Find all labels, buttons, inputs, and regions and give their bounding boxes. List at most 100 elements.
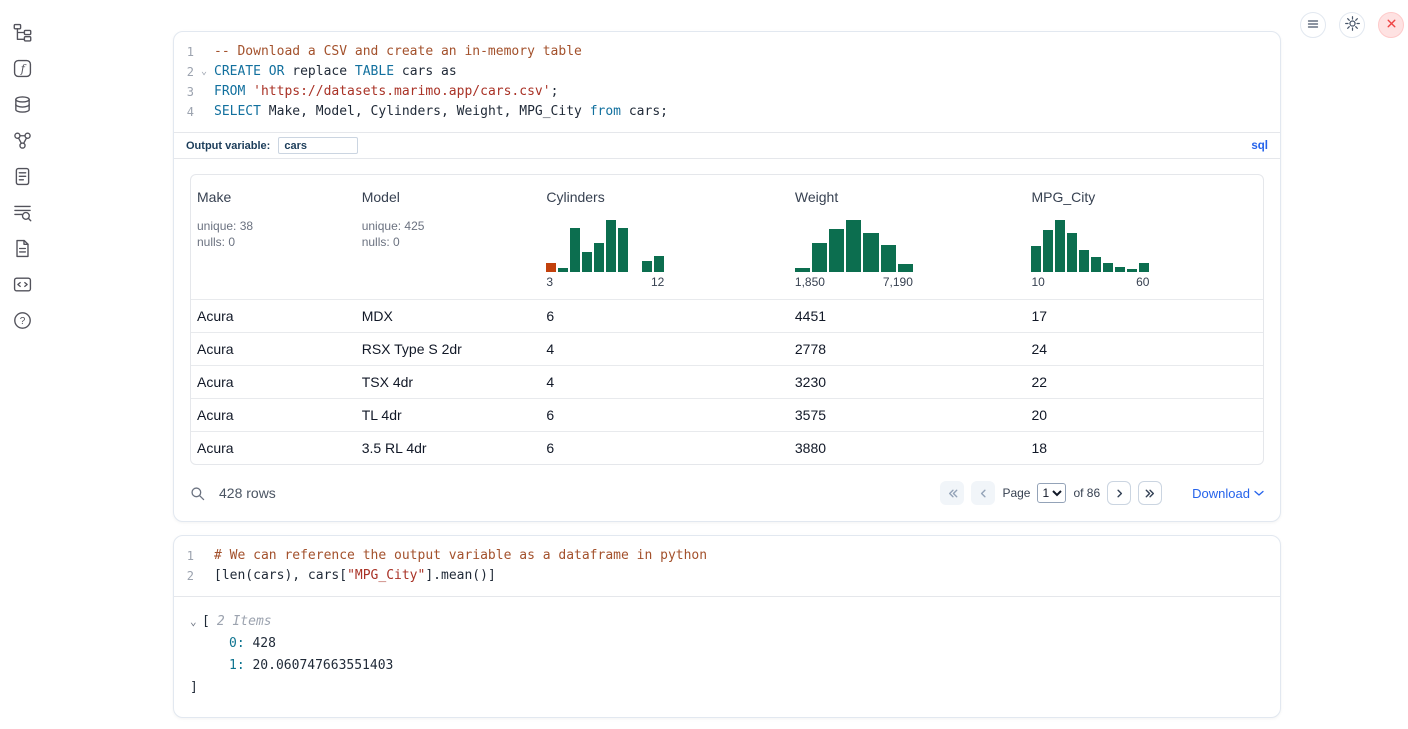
code-text: SELECT Make, Model, Cylinders, Weight, M… [214,102,668,122]
close-button[interactable] [1378,12,1404,38]
histogram-bar [558,268,568,272]
code-line: 2⌄CREATE OR replace TABLE cars as [174,62,1280,82]
column-header-cylinders[interactable]: Cylinders312 [540,175,789,299]
chevrons-left-icon [945,486,960,501]
table-cell[interactable]: 17 [1025,300,1263,332]
table-cell[interactable]: Acura [191,432,356,464]
python-code-editor[interactable]: 1# We can reference the output variable … [174,536,1280,597]
snippets-icon[interactable] [12,274,32,294]
dependency-graph-icon[interactable] [12,130,32,150]
code-token: SELECT [214,104,261,119]
table-cell[interactable]: Acura [191,366,356,398]
python-cell: 1# We can reference the output variable … [173,535,1281,718]
histogram-bar [1115,267,1125,272]
logs-icon[interactable] [12,202,32,222]
code-token [261,64,269,79]
function-icon[interactable]: f [12,58,32,78]
table-cell[interactable]: 24 [1025,333,1263,365]
next-page-button[interactable] [1107,481,1131,505]
database-icon[interactable] [12,94,32,114]
settings-button[interactable] [1339,12,1365,38]
search-icon[interactable] [190,486,205,501]
histogram-axis: 10 60 [1031,275,1149,289]
table-cell[interactable]: Acura [191,333,356,365]
chevron-down-icon [1254,490,1264,497]
items-count: 2 Items [217,611,272,633]
histogram-bar [1103,263,1113,272]
scratchpad-icon[interactable] [12,166,32,186]
table-cell[interactable]: 18 [1025,432,1263,464]
histogram-bar [654,256,664,272]
histogram-bar [1043,230,1053,272]
column-histogram: 312 [546,220,664,289]
histogram-bars [1031,220,1149,272]
histogram-axis: 1,8507,190 [795,275,913,289]
table-cell[interactable]: 22 [1025,366,1263,398]
table-row[interactable]: AcuraMDX6445117 [191,299,1263,332]
table-row[interactable]: AcuraTL 4dr6357520 [191,398,1263,431]
table-cell[interactable]: Acura [191,399,356,431]
table-cell[interactable]: RSX Type S 2dr [356,333,541,365]
histogram-bar [1031,246,1041,272]
table-cell[interactable]: 3575 [789,399,1026,431]
table-cell[interactable]: 3880 [789,432,1026,464]
file-tree-icon[interactable] [12,22,32,42]
table-row[interactable]: AcuraTSX 4dr4323022 [191,365,1263,398]
top-actions [1300,12,1404,38]
table-cell[interactable]: 2778 [789,333,1026,365]
table-cell[interactable]: MDX [356,300,541,332]
histogram-max-label: 7,190 [883,275,913,289]
language-badge[interactable]: sql [1251,140,1268,152]
table-cell[interactable]: 4 [540,366,789,398]
column-header-model[interactable]: Modelunique: 425nulls: 0 [356,175,541,299]
output-item-key: 0: [229,636,252,651]
column-header-mpg_city[interactable]: MPG_City1060 [1025,175,1263,299]
column-header-weight[interactable]: Weight1,8507,190 [789,175,1026,299]
code-token: ].mean()] [425,568,495,583]
table-cell[interactable]: 4451 [789,300,1026,332]
prev-page-button[interactable] [971,481,995,505]
code-token: replace [284,64,354,79]
output-variable-input[interactable] [278,137,358,154]
fold-gutter [194,566,214,586]
table-cell[interactable]: 6 [540,300,789,332]
column-header-make[interactable]: Makeunique: 38nulls: 0 [191,175,356,299]
collapse-chevron-icon[interactable]: ⌄ [190,611,202,633]
histogram-bar [570,228,580,272]
fold-chevron-icon[interactable]: ⌄ [194,62,214,82]
output-tree-header: ⌄ [ 2 Items [190,611,1264,633]
table-cell[interactable]: 6 [540,432,789,464]
fold-gutter [194,82,214,102]
help-icon[interactable]: ? [12,310,32,330]
table-cell[interactable]: TL 4dr [356,399,541,431]
table-cell[interactable]: Acura [191,300,356,332]
table-cell[interactable]: TSX 4dr [356,366,541,398]
line-number: 1 [174,546,194,566]
table-cell[interactable]: 6 [540,399,789,431]
histogram-min-label: 10 [1031,275,1044,289]
table-body: AcuraMDX6445117AcuraRSX Type S 2dr427782… [191,299,1263,464]
table-cell[interactable]: 4 [540,333,789,365]
row-count: 428 rows [219,485,276,501]
sql-code-editor[interactable]: 1-- Download a CSV and create an in-memo… [174,32,1280,132]
column-stat: unique: 38 [197,218,350,234]
table-cell[interactable]: 3230 [789,366,1026,398]
documentation-icon[interactable] [12,238,32,258]
histogram-max-label: 60 [1136,275,1149,289]
first-page-button[interactable] [940,481,964,505]
histogram-bar [898,264,913,272]
last-page-button[interactable] [1138,481,1162,505]
output-item-value: 20.060747663551403 [252,658,393,673]
download-button[interactable]: Download [1192,486,1264,501]
histogram-bar [546,263,556,272]
output-list-item: 1: 20.060747663551403 [190,655,1264,677]
column-label: Make [197,189,350,205]
code-token: TABLE [355,64,394,79]
table-cell[interactable]: 20 [1025,399,1263,431]
table-header-row: Makeunique: 38nulls: 0Modelunique: 425nu… [191,175,1263,299]
menu-button[interactable] [1300,12,1326,38]
table-cell[interactable]: 3.5 RL 4dr [356,432,541,464]
page-select[interactable]: 1 [1037,483,1066,503]
table-row[interactable]: AcuraRSX Type S 2dr4277824 [191,332,1263,365]
table-row[interactable]: Acura3.5 RL 4dr6388018 [191,431,1263,464]
